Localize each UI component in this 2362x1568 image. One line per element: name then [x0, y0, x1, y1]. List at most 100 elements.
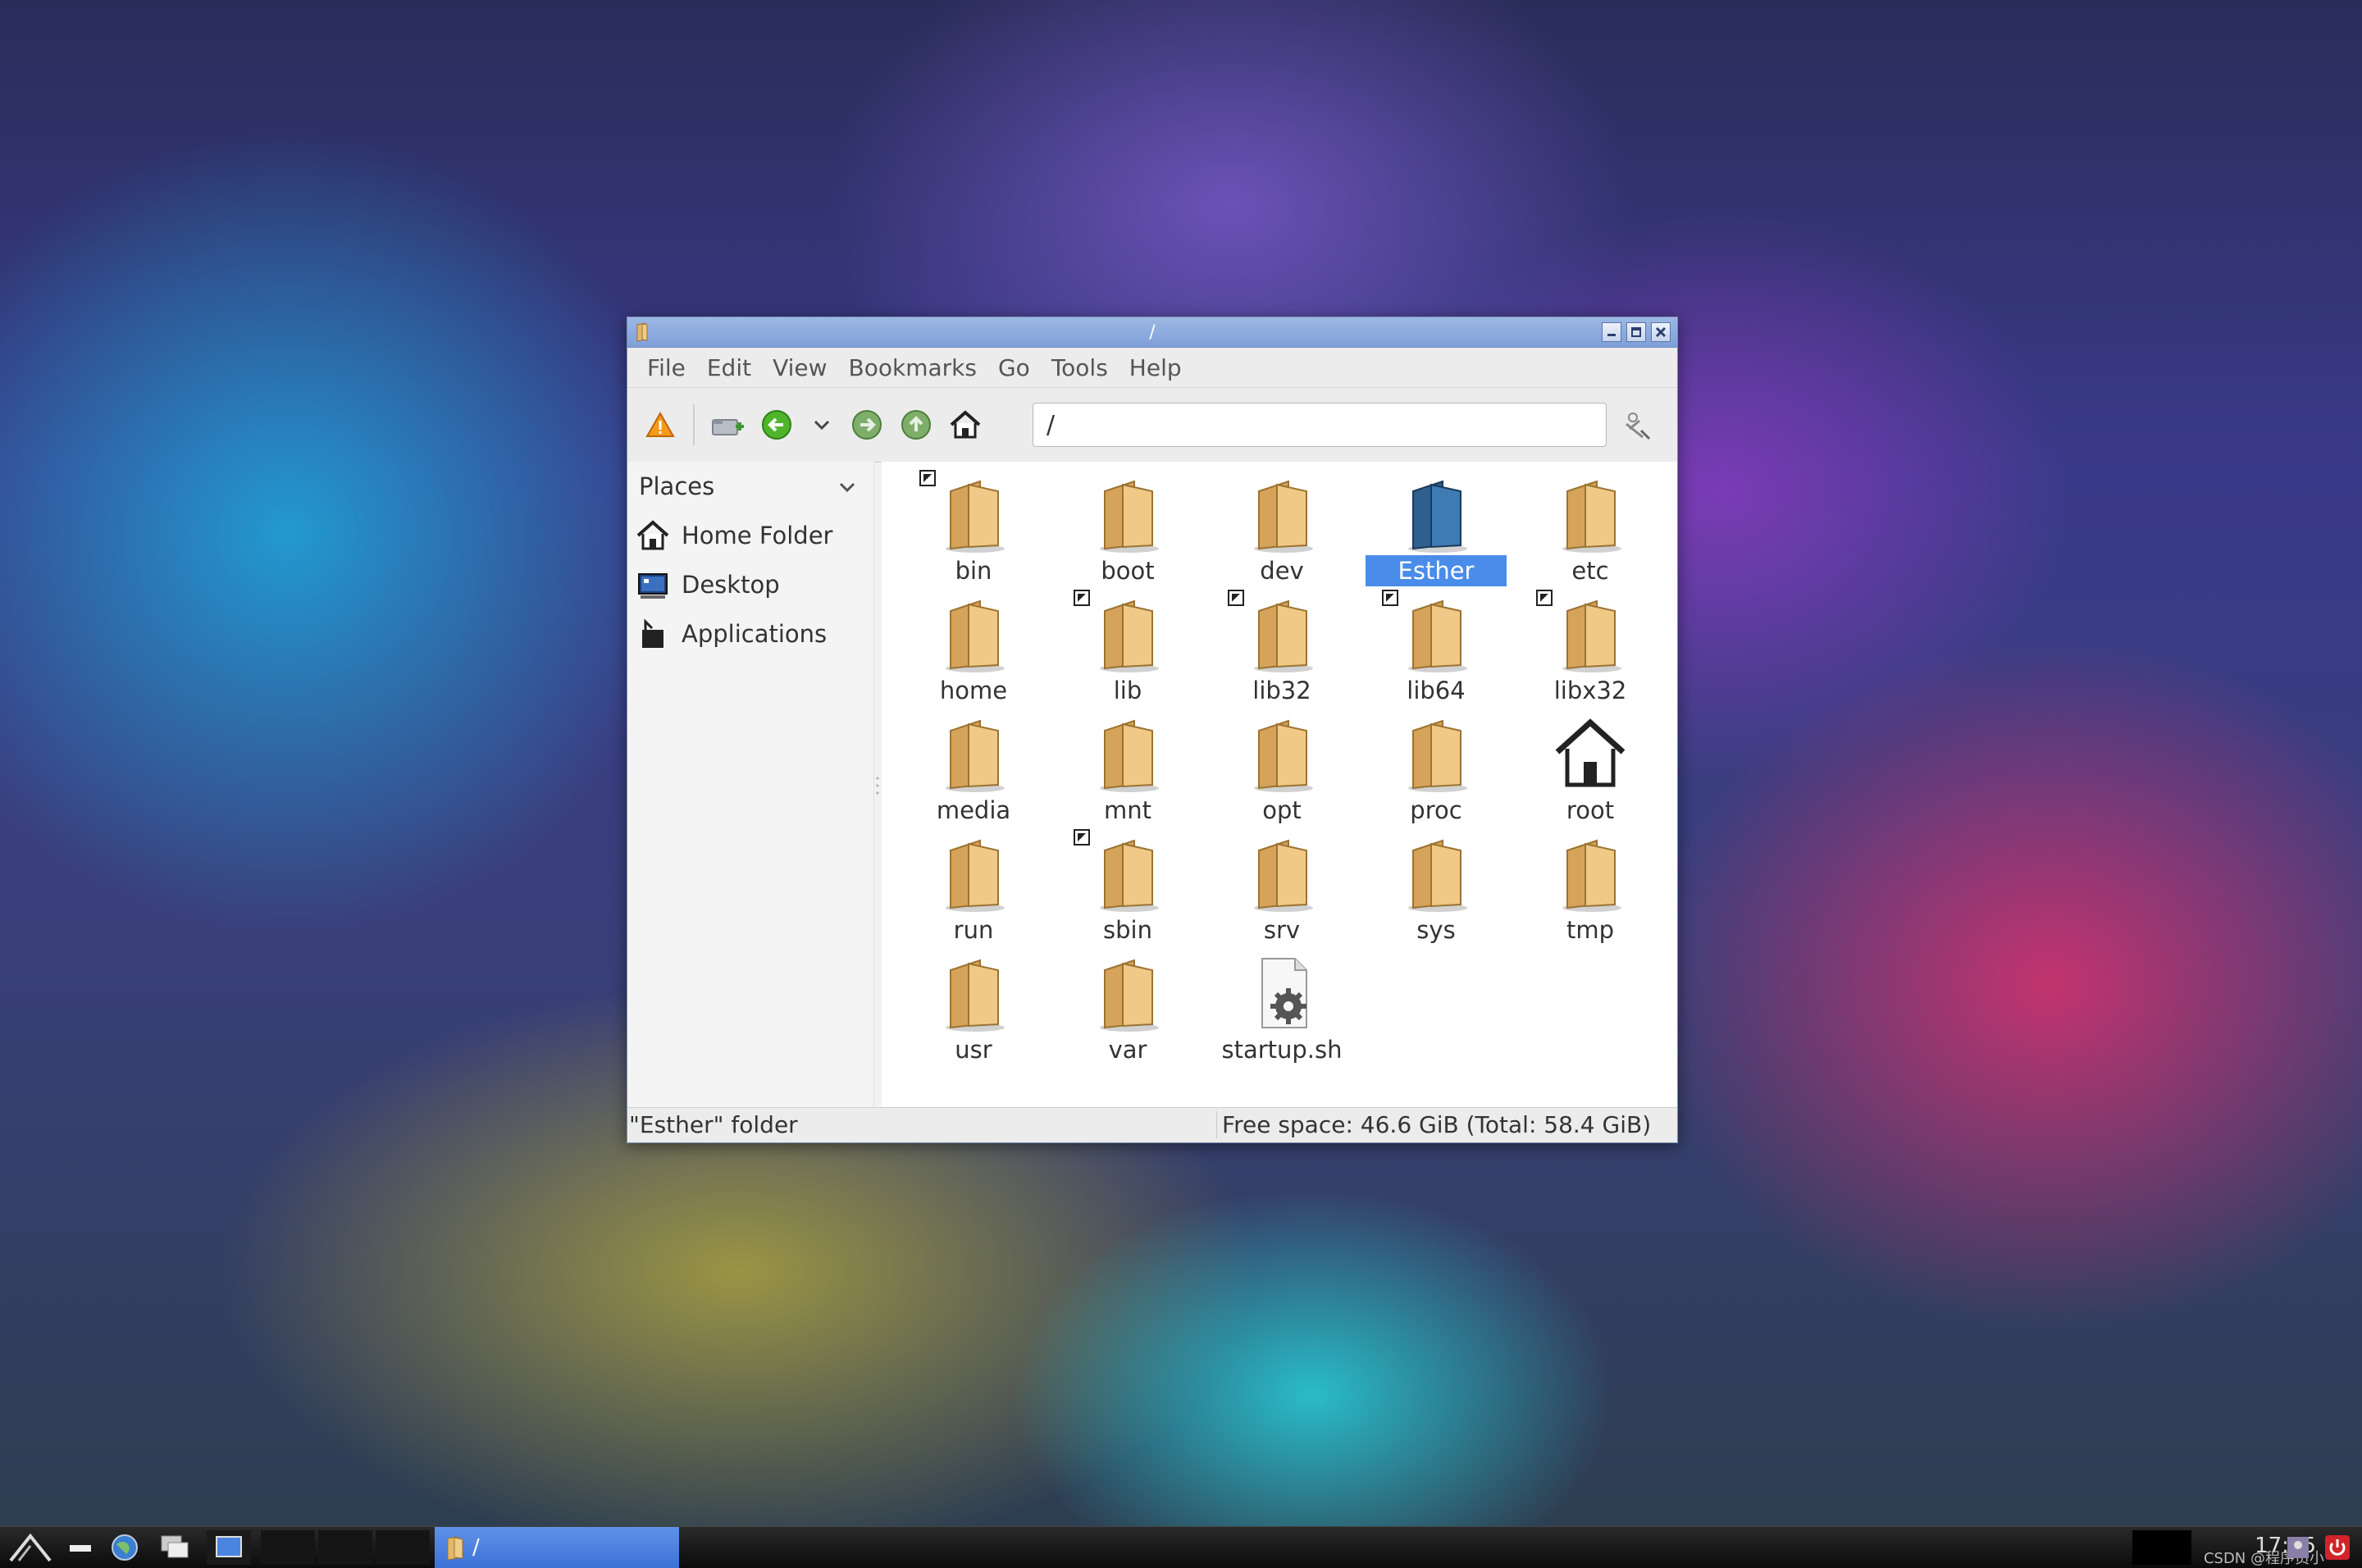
desktop-switcher-3[interactable] — [318, 1530, 372, 1565]
file-name-label: run — [953, 916, 994, 944]
file-item-lib[interactable]: lib — [1051, 586, 1205, 706]
pane-splitter-handle[interactable] — [875, 775, 880, 796]
file-item-home[interactable]: home — [896, 586, 1051, 706]
folder-icon — [932, 593, 1015, 675]
file-item-esther[interactable]: Esther — [1359, 467, 1513, 586]
file-item-opt[interactable]: opt — [1205, 706, 1359, 826]
menu-go[interactable]: Go — [988, 354, 1042, 381]
file-name-label: home — [939, 677, 1008, 704]
places-header[interactable]: Places — [627, 462, 873, 511]
close-button[interactable] — [1651, 322, 1671, 342]
menu-tools[interactable]: Tools — [1042, 354, 1119, 381]
symlink-badge-icon — [1228, 590, 1244, 606]
taskbar-task-file-manager[interactable]: / — [435, 1527, 679, 1568]
file-item-dev[interactable]: dev — [1205, 467, 1359, 586]
symlink-badge-icon — [1382, 590, 1398, 606]
file-item-run[interactable]: run — [896, 826, 1051, 946]
file-item-lib64[interactable]: lib64 — [1359, 586, 1513, 706]
menu-edit[interactable]: Edit — [697, 354, 763, 381]
forward-button[interactable] — [842, 400, 891, 449]
file-name-label: root — [1566, 796, 1615, 824]
close-icon — [1655, 326, 1667, 338]
new-tab-button[interactable] — [703, 400, 752, 449]
file-name-label: opt — [1262, 796, 1302, 824]
maximize-icon — [1631, 327, 1641, 337]
file-name-label: tmp — [1566, 916, 1615, 944]
minimize-button[interactable] — [1602, 322, 1621, 342]
status-free-space: Free space: 46.6 GiB (Total: 58.4 GiB) — [1216, 1111, 1659, 1138]
desktop-icon — [216, 1536, 242, 1557]
file-item-tmp[interactable]: tmp — [1513, 826, 1667, 946]
back-button[interactable] — [752, 400, 801, 449]
file-item-boot[interactable]: boot — [1051, 467, 1205, 586]
folder-icon — [932, 832, 1015, 914]
browser-launcher[interactable] — [107, 1530, 143, 1565]
sidebar-item-home-folder[interactable]: Home Folder — [627, 511, 873, 560]
clear-path-icon — [1626, 413, 1651, 440]
menu-help[interactable]: Help — [1119, 354, 1193, 381]
folder-icon — [1087, 713, 1169, 795]
folder-icon — [1087, 832, 1169, 914]
home-button[interactable] — [941, 400, 990, 449]
file-item-media[interactable]: media — [896, 706, 1051, 826]
file-item-var[interactable]: var — [1051, 946, 1205, 1065]
file-item-sys[interactable]: sys — [1359, 826, 1513, 946]
terminal-launcher[interactable] — [64, 1530, 97, 1565]
toolbar — [627, 388, 1677, 463]
file-manager-launcher[interactable] — [154, 1530, 195, 1565]
power-button[interactable] — [2321, 1530, 2354, 1565]
file-name-label: media — [936, 796, 1011, 824]
desktop-switcher-1[interactable] — [207, 1530, 251, 1565]
path-bar[interactable] — [1033, 403, 1607, 447]
path-input[interactable] — [1045, 410, 1589, 440]
file-item-srv[interactable]: srv — [1205, 826, 1359, 946]
folder-icon — [1395, 832, 1477, 914]
sidebar-item-applications[interactable]: Applications — [627, 609, 873, 659]
up-icon — [901, 410, 931, 440]
file-name-label: sys — [1416, 916, 1456, 944]
file-item-etc[interactable]: etc — [1513, 467, 1667, 586]
toolbar-separator — [693, 404, 695, 445]
symlink-badge-icon — [1074, 590, 1090, 606]
status-bar: "Esther" folder Free space: 46.6 GiB (To… — [627, 1107, 1677, 1142]
file-item-root[interactable]: root — [1513, 706, 1667, 826]
folder-icon — [1087, 593, 1169, 675]
folder-icon — [1241, 713, 1323, 795]
folder-icon — [1241, 832, 1323, 914]
maximize-button[interactable] — [1626, 322, 1646, 342]
sidebar-item-desktop[interactable]: Desktop — [627, 560, 873, 609]
menu-view[interactable]: View — [763, 354, 838, 381]
file-item-bin[interactable]: bin — [896, 467, 1051, 586]
menu-file[interactable]: File — [637, 354, 697, 381]
file-item-startup-sh[interactable]: startup.sh — [1205, 946, 1359, 1065]
home-icon — [636, 520, 669, 550]
desktop-switcher-2[interactable] — [261, 1530, 315, 1565]
desktop-switcher-4[interactable] — [376, 1530, 430, 1565]
warning-button[interactable] — [636, 400, 685, 449]
up-button[interactable] — [891, 400, 941, 449]
file-name-label: mnt — [1104, 796, 1151, 824]
file-name-label: lib32 — [1252, 677, 1311, 704]
file-name-label: proc — [1410, 796, 1462, 824]
start-menu-button[interactable] — [5, 1530, 56, 1565]
minimize-icon — [1607, 334, 1616, 336]
file-item-mnt[interactable]: mnt — [1051, 706, 1205, 826]
start-menu-icon — [9, 1533, 52, 1562]
clear-path-button[interactable] — [1621, 409, 1654, 445]
user-tray-button[interactable] — [2283, 1530, 2313, 1565]
menu-bookmarks[interactable]: Bookmarks — [839, 354, 988, 381]
file-name-label: lib64 — [1407, 677, 1466, 704]
file-item-sbin[interactable]: sbin — [1051, 826, 1205, 946]
applications-icon — [642, 618, 663, 648]
file-item-proc[interactable]: proc — [1359, 706, 1513, 826]
sidebar-item-label: Desktop — [682, 571, 780, 599]
script-file-icon — [1241, 952, 1323, 1034]
symlink-badge-icon — [1536, 590, 1553, 606]
file-item-lib32[interactable]: lib32 — [1205, 586, 1359, 706]
sidebar-item-label: Applications — [682, 620, 828, 648]
title-bar[interactable]: / — [627, 317, 1677, 348]
file-item-usr[interactable]: usr — [896, 946, 1051, 1065]
file-grid: bin boot dev Esther etc home lib lib32 lib64 libx… — [882, 462, 1677, 1108]
file-item-libx32[interactable]: libx32 — [1513, 586, 1667, 706]
history-dropdown-button[interactable] — [801, 400, 842, 449]
